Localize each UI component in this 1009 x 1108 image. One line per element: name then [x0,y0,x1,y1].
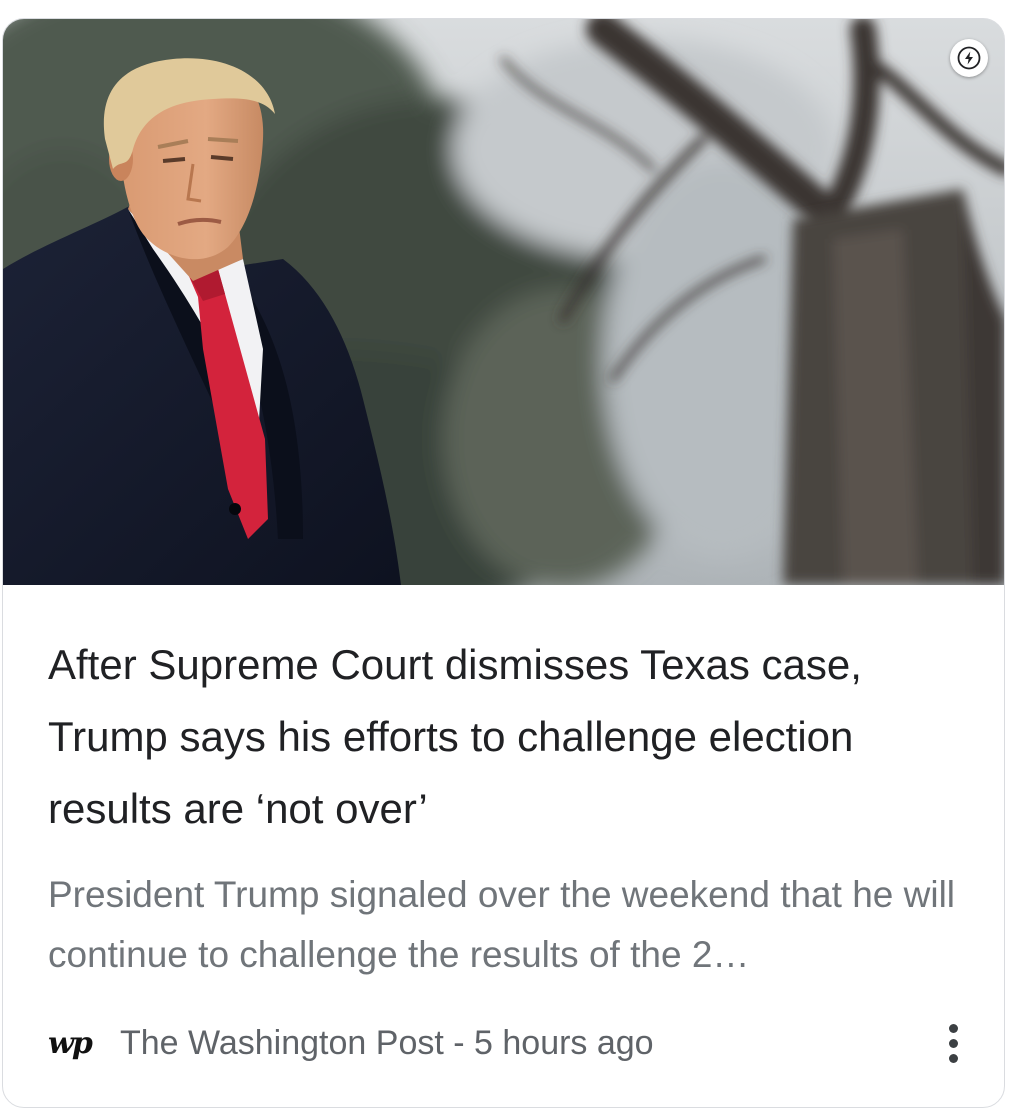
article-footer: wp The Washington Post - 5 hours ago [48,1019,968,1067]
article-thumbnail[interactable] [3,19,1004,585]
article-snippet: President Trump signaled over the weeken… [48,874,956,975]
publisher-logo: wp [48,1025,93,1061]
timestamp: 5 hours ago [474,1023,654,1062]
menu-dot [948,1053,958,1063]
menu-dot [948,1038,958,1048]
source-line: The Washington Post - 5 hours ago [120,1024,654,1063]
amp-lightning-icon [950,39,988,77]
article-photo [3,19,1004,585]
more-vert-icon[interactable] [938,1019,968,1067]
separator: - [443,1023,475,1062]
article-headline[interactable]: After Supreme Court dismisses Texas case… [48,629,968,845]
news-card[interactable]: After Supreme Court dismisses Texas case… [2,18,1005,1108]
menu-dot [948,1023,958,1033]
publisher-name: The Washington Post [120,1023,444,1062]
